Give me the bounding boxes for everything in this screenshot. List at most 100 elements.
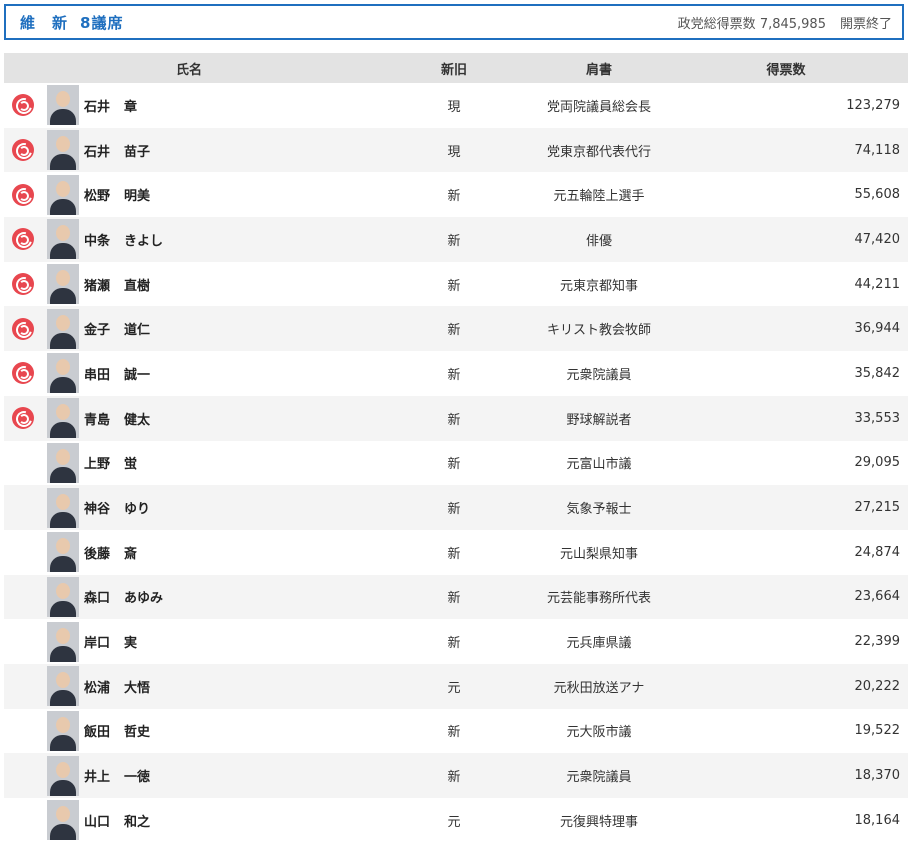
- table-row: 井上 一徳新元衆院議員 18,370: [4, 753, 908, 798]
- total-votes-label: 政党総得票数: [677, 16, 756, 32]
- candidate-status: 新: [374, 619, 534, 664]
- candidate-votes: 74,118: [664, 127, 908, 173]
- candidate-photo: [47, 130, 79, 171]
- table-row: 石井章現党両院議員総会長 123,279: [4, 83, 908, 128]
- table-row: 神谷 ゆり新気象予報士 27,215: [4, 485, 908, 530]
- elected-mark-icon: [12, 183, 34, 206]
- candidate-status: 新: [374, 351, 534, 396]
- party-title: 維 新 8議席: [20, 12, 123, 33]
- candidate-status: 新: [374, 395, 534, 441]
- candidate-name: 金子 道仁: [84, 306, 374, 352]
- candidate-votes: 24,874: [664, 529, 908, 575]
- candidate-title: 元五輪陸上選手: [534, 172, 664, 218]
- photo-cell: [42, 619, 84, 664]
- candidate-votes: 18,370: [664, 753, 908, 798]
- candidate-surname: 猪瀬: [84, 278, 111, 294]
- candidate-photo: [47, 710, 79, 751]
- candidate-name: 岸口実: [84, 619, 374, 664]
- candidate-surname: 後藤: [84, 546, 111, 562]
- photo-cell: [42, 261, 84, 307]
- photo-cell: [42, 574, 84, 620]
- photo-cell: [42, 753, 84, 798]
- elected-cell: [4, 172, 42, 218]
- candidate-surname: 中条: [84, 233, 111, 249]
- candidate-votes: 55,608: [664, 172, 908, 218]
- elected-cell: [4, 395, 42, 441]
- candidate-votes: 47,420: [664, 217, 908, 262]
- candidate-given-name: 哲史: [124, 725, 151, 741]
- candidate-status: 新: [374, 172, 534, 218]
- candidate-votes: 36,944: [664, 306, 908, 352]
- table-row: 上野蛍新元富山市議 29,095: [4, 440, 908, 486]
- candidate-given-name: ゆり: [124, 502, 151, 518]
- elected-cell: [4, 83, 42, 128]
- photo-cell: [42, 440, 84, 486]
- candidate-name: 松浦 大悟: [84, 663, 374, 709]
- candidate-title: キリスト教会牧師: [534, 306, 664, 352]
- elected-mark-icon: [12, 317, 34, 340]
- column-header-status: 新旧: [374, 53, 534, 83]
- candidate-title: 元山梨県知事: [534, 529, 664, 575]
- candidate-name: 串田 誠一: [84, 351, 374, 396]
- candidate-name: 猪瀬 直樹: [84, 261, 374, 307]
- table-row: 森口 あゆみ新元芸能事務所代表 23,664: [4, 574, 908, 620]
- elected-cell: [4, 261, 42, 307]
- elected-cell: [4, 753, 42, 798]
- column-header-votes: 得票数: [664, 53, 908, 83]
- candidate-votes: 19,522: [664, 708, 908, 754]
- candidate-given-name: 一徳: [124, 770, 151, 786]
- table-header-row: 氏名 新旧 肩書 得票数: [4, 53, 908, 83]
- candidate-status: 新: [374, 306, 534, 352]
- candidate-title: 元衆院議員: [534, 753, 664, 798]
- elected-cell: [4, 619, 42, 664]
- column-header-name: 氏名: [4, 53, 374, 83]
- candidate-title: 党両院議員総会長: [534, 83, 664, 128]
- candidate-title: 元衆院議員: [534, 351, 664, 396]
- candidate-title: 党東京都代表代行: [534, 127, 664, 173]
- table-row: 山口 和之元元復興特理事 18,164: [4, 798, 908, 843]
- candidate-name: 青島 健太: [84, 395, 374, 441]
- candidate-surname: 金子: [84, 323, 111, 339]
- candidate-votes: 22,399: [664, 619, 908, 664]
- candidate-surname: 石井: [84, 99, 111, 115]
- candidate-surname: 井上: [84, 770, 111, 786]
- table-row: 松野 明美新元五輪陸上選手 55,608: [4, 172, 908, 218]
- candidate-given-name: 苗子: [124, 144, 151, 160]
- candidate-given-name: 誠一: [124, 367, 151, 383]
- candidate-surname: 青島: [84, 412, 111, 428]
- photo-cell: [42, 217, 84, 262]
- photo-cell: [42, 663, 84, 709]
- candidate-status: 新: [374, 217, 534, 262]
- candidate-given-name: 道仁: [124, 323, 151, 339]
- table-row: 金子 道仁新キリスト教会牧師 36,944: [4, 306, 908, 352]
- candidate-status: 新: [374, 574, 534, 620]
- candidate-votes: 35,842: [664, 351, 908, 396]
- photo-cell: [42, 708, 84, 754]
- candidate-title: 元東京都知事: [534, 261, 664, 307]
- candidate-votes: 23,664: [664, 574, 908, 620]
- candidate-name: 松野 明美: [84, 172, 374, 218]
- candidate-title: 元兵庫県議: [534, 619, 664, 664]
- candidate-surname: 松野: [84, 189, 111, 205]
- table-row: 後藤斎新元山梨県知事 24,874: [4, 529, 908, 575]
- table-row: 串田 誠一新元衆院議員 35,842: [4, 351, 908, 396]
- candidate-given-name: 章: [124, 99, 138, 115]
- photo-cell: [42, 529, 84, 575]
- candidate-status: 元: [374, 798, 534, 843]
- elected-cell: [4, 485, 42, 530]
- elected-cell: [4, 798, 42, 843]
- candidate-status: 新: [374, 529, 534, 575]
- elected-mark-icon: [12, 362, 34, 385]
- table-row: 飯田 哲史新元大阪市議 19,522: [4, 708, 908, 754]
- candidate-photo: [47, 666, 79, 707]
- candidate-votes: 18,164: [664, 798, 908, 843]
- candidate-status: 現: [374, 127, 534, 173]
- elected-cell: [4, 708, 42, 754]
- candidate-surname: 上野: [84, 457, 111, 473]
- photo-cell: [42, 485, 84, 530]
- elected-mark-icon: [12, 273, 34, 296]
- candidate-given-name: 実: [124, 636, 138, 652]
- elected-cell: [4, 351, 42, 396]
- candidate-given-name: 和之: [124, 814, 151, 830]
- candidate-surname: 飯田: [84, 725, 111, 741]
